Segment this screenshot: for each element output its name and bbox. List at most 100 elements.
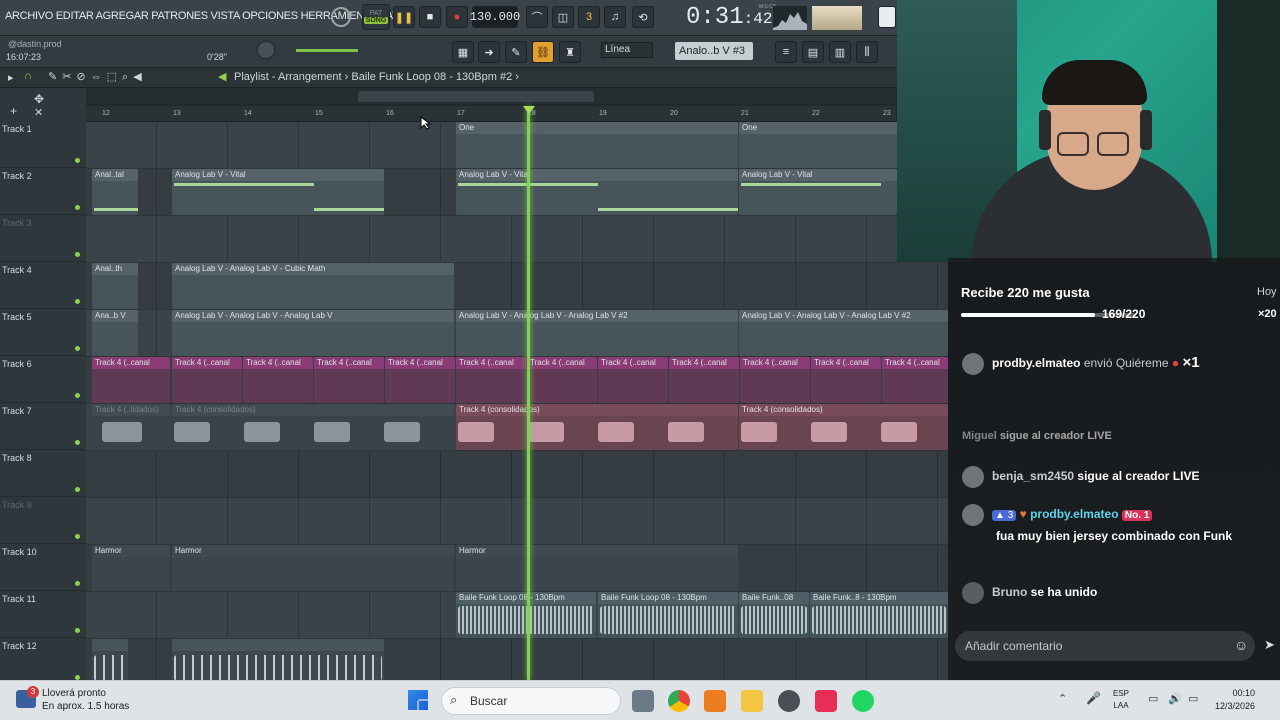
chat-user[interactable]: prodby.elmateo xyxy=(1030,507,1118,521)
playhead-marker-icon[interactable] xyxy=(523,106,535,114)
battery-icon[interactable]: ▭ xyxy=(1188,692,1198,705)
draw-tool-icon[interactable]: ✎ xyxy=(505,41,527,63)
clip-automation[interactable]: Track 4 (..canal xyxy=(740,357,810,403)
mixer-icon[interactable]: ≡ xyxy=(775,41,797,63)
master-pitch-knob[interactable] xyxy=(256,40,276,60)
clip-audio[interactable]: Track 4 (consolidados) xyxy=(739,404,948,450)
magnet-icon[interactable]: ∩ xyxy=(24,70,32,82)
track-header[interactable]: Track 4 xyxy=(0,263,86,309)
lane-9[interactable] xyxy=(86,498,948,545)
track-enable-indicator[interactable] xyxy=(75,440,80,445)
clip-analog-lab[interactable]: Ana..b V xyxy=(92,310,138,356)
volume-icon[interactable]: 🔊 xyxy=(1168,692,1182,705)
loop-record-icon[interactable]: ⟲ xyxy=(632,6,654,28)
link-icon[interactable]: ⛓ xyxy=(532,41,554,63)
follow-user[interactable]: Miguel xyxy=(962,430,997,442)
fl-studio-icon[interactable] xyxy=(704,690,726,712)
clip-analog-lab[interactable]: Analog Lab V - Analog Lab V - Analog Lab… xyxy=(172,310,454,356)
hint-knob-icon[interactable] xyxy=(331,7,351,27)
join-user[interactable]: Bruno xyxy=(992,585,1027,599)
clip-one[interactable]: One xyxy=(456,122,738,168)
playlist-menu-arrow-icon[interactable]: ▸ xyxy=(8,71,14,84)
send-icon[interactable]: ➤ xyxy=(1264,637,1275,653)
clip-baile-funk[interactable]: Baile Funk..8 - 130Bpm xyxy=(810,592,948,638)
track-enable-indicator[interactable] xyxy=(75,487,80,492)
track-header[interactable]: Track 8 xyxy=(0,451,86,497)
clip-vital[interactable]: Anal..tal xyxy=(92,169,138,215)
track-enable-indicator[interactable] xyxy=(75,299,80,304)
move-icon[interactable]: ✥ xyxy=(34,92,44,106)
add-track-icon[interactable]: + xyxy=(10,104,17,118)
pattern-select[interactable]: Analo..b V #3 xyxy=(675,42,753,60)
track-header[interactable]: Track 11 xyxy=(0,592,86,638)
tiktok-icon[interactable] xyxy=(815,690,837,712)
window-icon[interactable] xyxy=(878,6,896,28)
track-enable-indicator[interactable] xyxy=(75,393,80,398)
browser-icon[interactable]: ⫼ xyxy=(856,41,878,63)
clip-vital[interactable]: Analog Lab V - Vital xyxy=(456,169,738,215)
task-view-icon[interactable] xyxy=(632,690,654,712)
wait-input-icon[interactable]: ◫ xyxy=(552,6,574,28)
clip-baile-funk[interactable]: Baile Funk..08 xyxy=(739,592,809,638)
track-header[interactable]: Track 6 xyxy=(0,357,86,403)
taskbar-search[interactable]: Buscar xyxy=(441,687,621,715)
clip-audio[interactable]: Track 4 (consolidados) xyxy=(456,404,738,450)
snap-select[interactable]: Línea xyxy=(601,42,653,58)
clip-automation[interactable]: Track 4 (..canal xyxy=(669,357,739,403)
clip-baile-funk[interactable]: Baile Funk Loop 08 - 130Bpm xyxy=(456,592,596,638)
master-volume-slider[interactable] xyxy=(296,49,358,52)
track-header[interactable]: Track 5 xyxy=(0,310,86,356)
clip-harmor[interactable]: Harmor xyxy=(172,545,454,591)
clip-automation[interactable]: Track 4 (..canal xyxy=(811,357,881,403)
gift-user[interactable]: prodby.elmateo xyxy=(992,356,1080,370)
clip-vital[interactable]: Analog Lab V - Vital xyxy=(172,169,384,215)
weather-widget[interactable]: Lloverá pronto En aprox. 1.5 horas xyxy=(42,687,129,713)
playlist-tools-icon[interactable]: ✎✂⊘⇔⬚⌕◀ xyxy=(48,70,147,84)
countdown-icon[interactable]: 3 xyxy=(578,6,600,28)
playlist-icon[interactable]: ▦ xyxy=(452,41,474,63)
clip-analog-lab[interactable]: Analog Lab V - Analog Lab V - Analog Lab… xyxy=(739,310,948,356)
track-enable-indicator[interactable] xyxy=(75,205,80,210)
clip-audio-muted[interactable]: Track 4 (..lidados) xyxy=(92,404,170,450)
close-icon[interactable]: ✕ xyxy=(34,106,43,119)
clip-baile-funk[interactable]: Baile Funk Loop 08 - 130Bpm xyxy=(598,592,738,638)
clip-drums[interactable] xyxy=(92,639,128,685)
track-header[interactable]: Track 9 xyxy=(0,498,86,544)
record-button[interactable]: ● xyxy=(446,6,468,28)
scroll-thumb[interactable] xyxy=(358,91,594,102)
track-enable-indicator[interactable] xyxy=(75,581,80,586)
track-header[interactable]: Track 12 xyxy=(0,639,86,685)
system-clock[interactable]: 00:10 12/3/2026 xyxy=(1215,687,1255,713)
metronome-icon[interactable]: ⌒ xyxy=(526,6,548,28)
clip-harmor[interactable]: Harmor xyxy=(456,545,738,591)
pat-song-toggle[interactable]: PAT SONG xyxy=(362,4,390,30)
channel-rack-icon[interactable]: ▤ xyxy=(802,41,824,63)
clip-automation[interactable]: Track 4 (..canal xyxy=(598,357,668,403)
clip-audio-muted[interactable]: Track 4 (consolidados) xyxy=(172,404,454,450)
obs-icon[interactable] xyxy=(778,690,800,712)
spotify-icon[interactable] xyxy=(852,690,874,712)
track-header[interactable]: Track 2 xyxy=(0,169,86,215)
network-icon[interactable]: ▭ xyxy=(1148,692,1158,705)
comment-input[interactable]: Añadir comentario xyxy=(955,631,1255,661)
chrome-icon[interactable] xyxy=(668,690,690,712)
clip-automation[interactable]: Track 4 (..canal xyxy=(243,357,313,403)
lane-8[interactable] xyxy=(86,451,948,498)
emoji-icon[interactable]: ☺ xyxy=(1234,637,1248,653)
clip-cubic-math[interactable]: Anal..th xyxy=(92,263,138,309)
playlist-grid[interactable]: One One Anal..tal Analog Lab V - Vital A… xyxy=(86,122,948,686)
track-header[interactable]: Track 3 xyxy=(0,216,86,262)
track-enable-indicator[interactable] xyxy=(75,534,80,539)
clip-automation[interactable]: Track 4 (..canal xyxy=(172,357,242,403)
clip-automation[interactable]: Track 4 (..canal xyxy=(527,357,597,403)
timeline-ruler[interactable]: 12 13 14 15 16 17 18 19 20 21 22 23 xyxy=(86,106,896,122)
track-enable-indicator[interactable] xyxy=(75,158,80,163)
clip-drums[interactable] xyxy=(172,639,384,685)
chevron-up-icon[interactable]: ⌃ xyxy=(1058,692,1067,705)
playhead[interactable] xyxy=(527,106,530,680)
lane-3[interactable] xyxy=(86,216,948,263)
clip-automation[interactable]: Track 4 (..canal xyxy=(456,357,526,403)
clip-analog-lab[interactable]: Analog Lab V - Analog Lab V - Analog Lab… xyxy=(456,310,738,356)
hat-icon[interactable]: ♜ xyxy=(559,41,581,63)
clip-harmor[interactable]: Harmor xyxy=(92,545,170,591)
